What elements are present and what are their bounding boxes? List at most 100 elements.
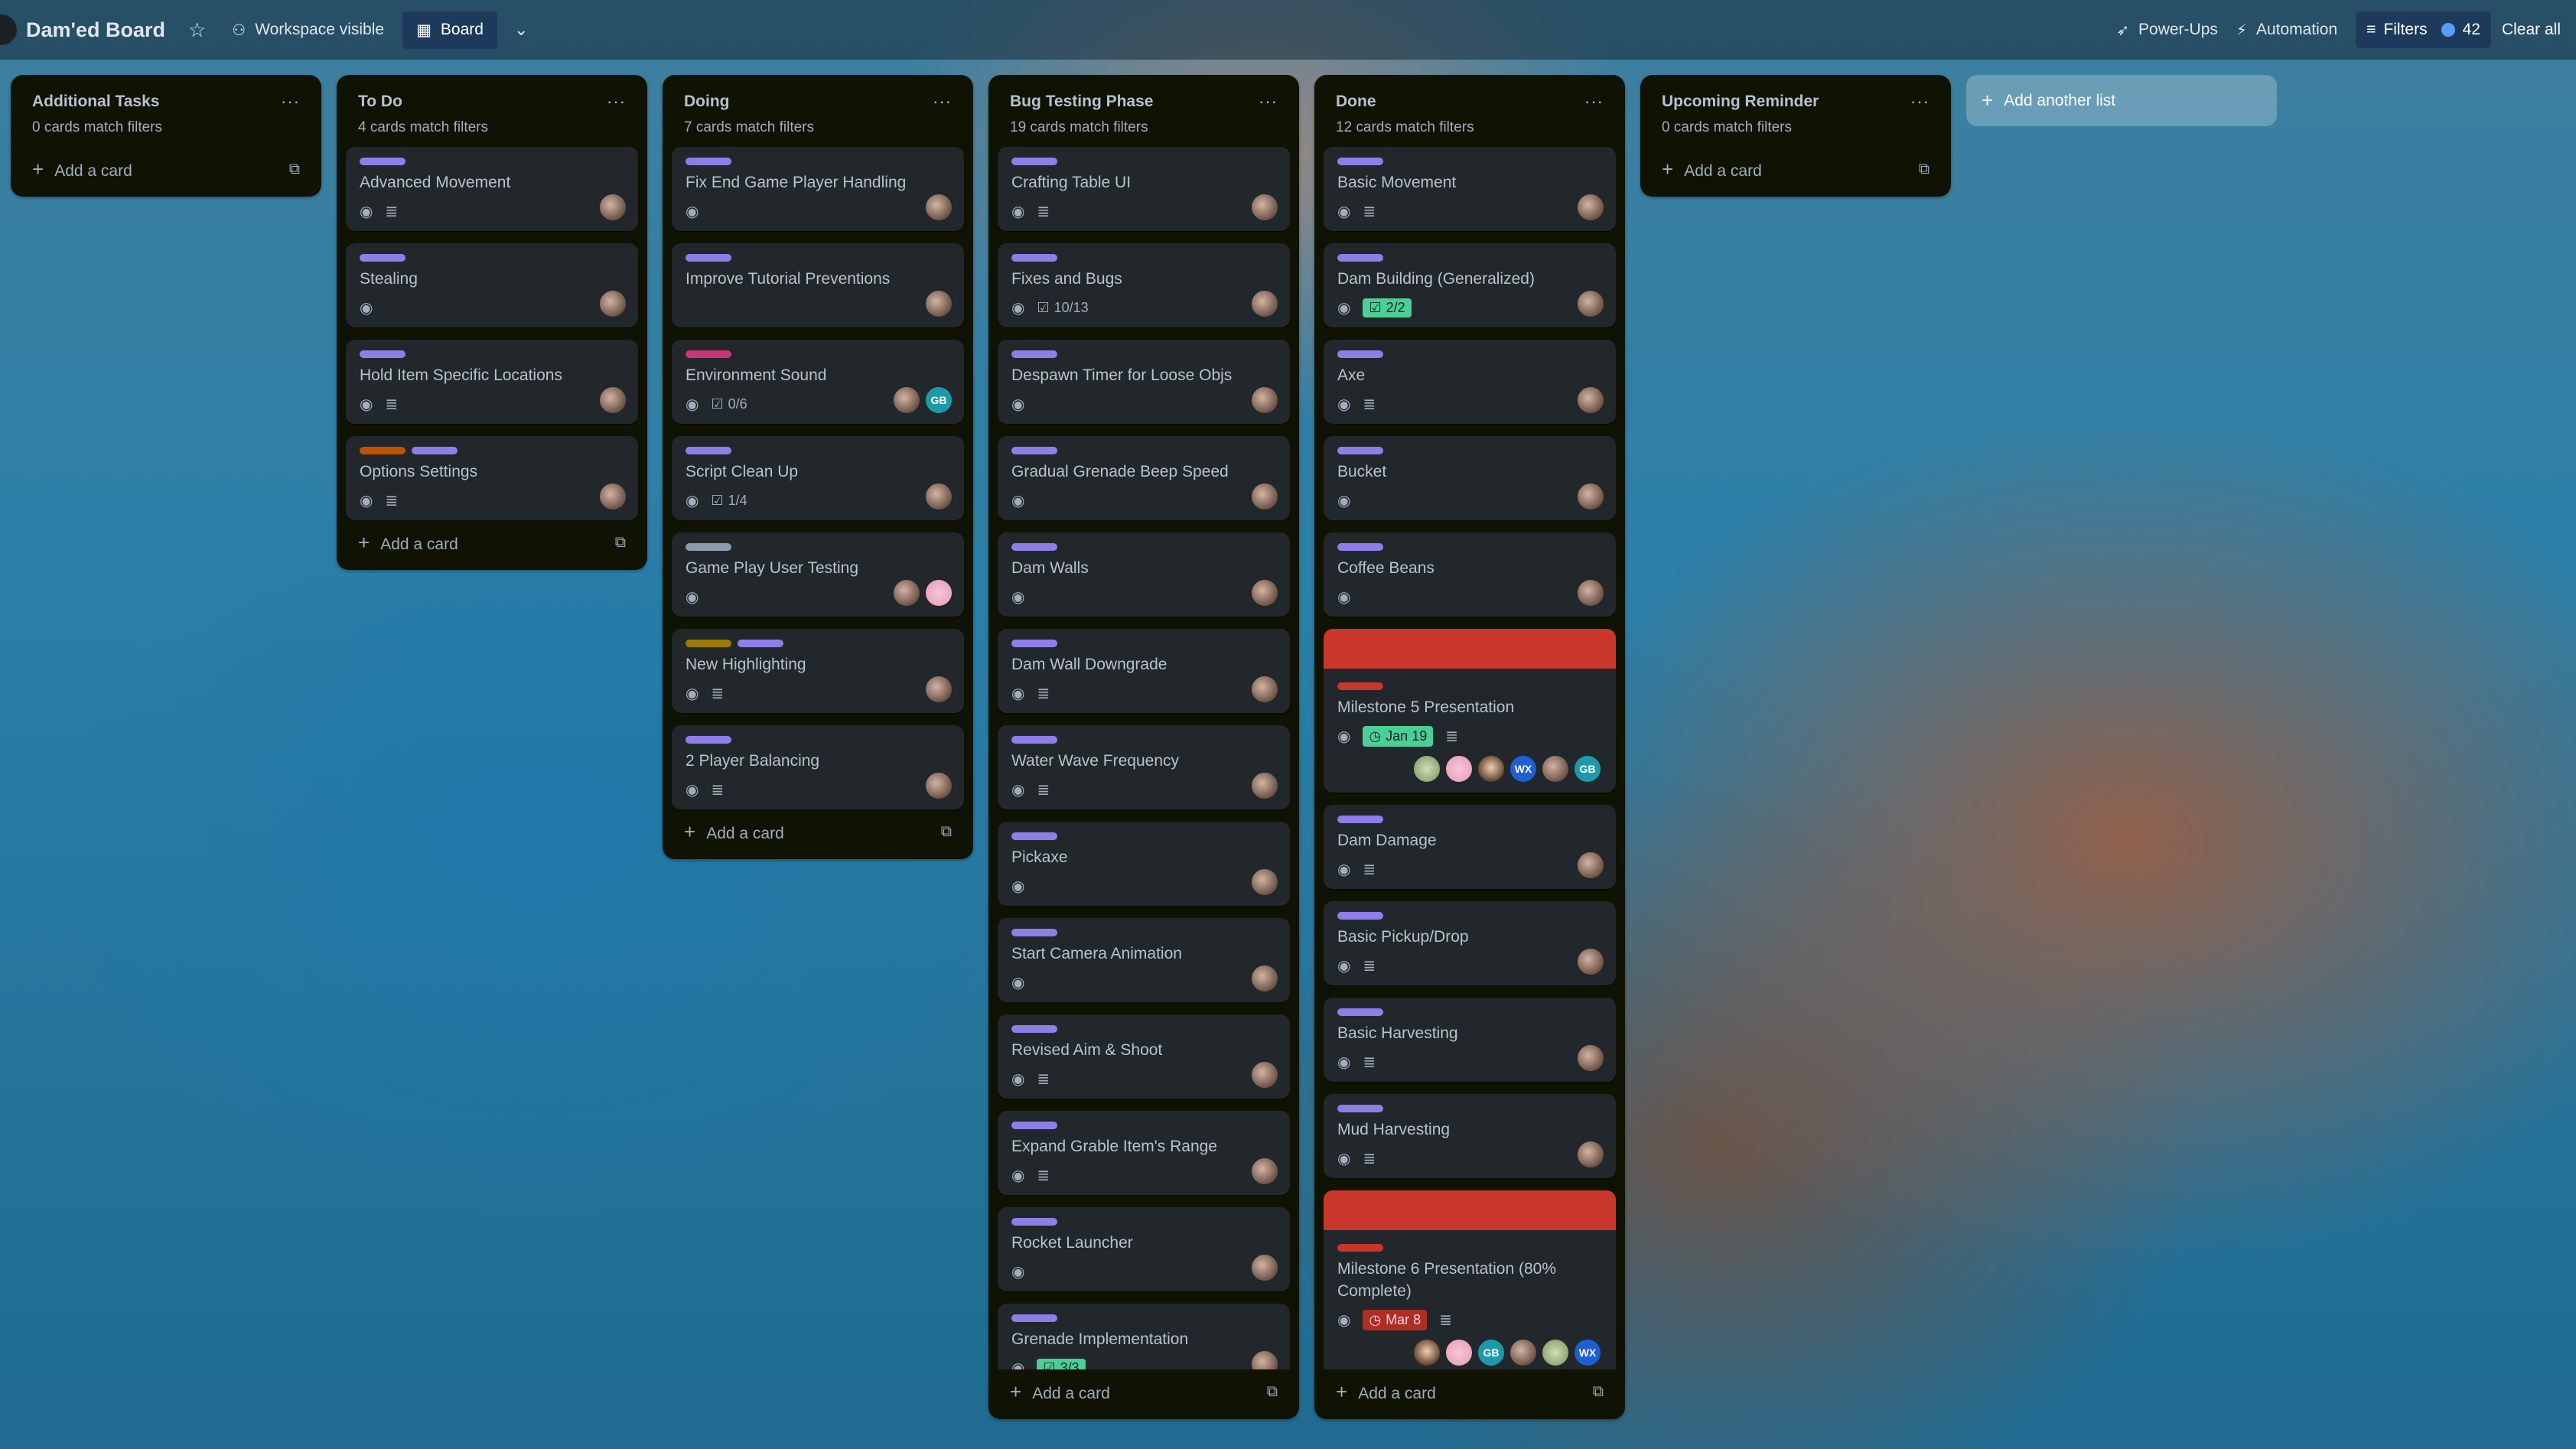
card[interactable]: Bucket ◉ [1324,436,1616,520]
avatar-initials[interactable]: WX [1573,1338,1602,1367]
visibility-button[interactable]: ⚇ Workspace visible [232,21,384,40]
list-scroll-area[interactable]: Crafting Table UI ◉ ≣ Fixes and Bugs ◉ ☑ 1… [998,147,1290,1369]
avatar-initials[interactable]: WX [1509,754,1538,783]
avatar[interactable] [1576,1140,1605,1169]
card[interactable]: Script Clean Up ◉ ☑ 1/4 [672,436,964,520]
list-title[interactable]: Upcoming Reminder [1662,93,1819,111]
card[interactable]: Crafting Table UI ◉ ≣ [998,147,1290,231]
card[interactable]: Improve Tutorial Preventions [672,243,964,327]
card[interactable]: Basic Harvesting ◉ ≣ [1324,998,1616,1082]
card[interactable]: Rocket Launcher ◉ [998,1207,1290,1291]
avatar[interactable] [1250,289,1279,318]
list-scroll-area[interactable]: Basic Movement ◉ ≣ Dam Building (Generali… [1324,147,1616,1369]
avatar[interactable] [598,289,627,318]
avatar[interactable] [1250,1060,1279,1089]
card[interactable]: Gradual Grenade Beep Speed ◉ [998,436,1290,520]
add-card-button[interactable]: + Add a card ⧉ [998,1369,1290,1410]
card[interactable]: Basic Pickup/Drop ◉ ≣ [1324,901,1616,985]
card[interactable]: Stealing ◉ [346,243,638,327]
more-icon[interactable]: ··· [607,92,626,112]
card[interactable]: Fix End Game Player Handling ◉ [672,147,964,231]
add-card-button[interactable]: + Add a card ⧉ [346,520,638,561]
avatar[interactable] [892,386,921,415]
avatar-initials[interactable]: GB [924,386,953,415]
avatar[interactable] [1576,947,1605,976]
avatar[interactable] [1250,1350,1279,1369]
avatar[interactable] [1250,193,1279,222]
card[interactable]: Advanced Movement ◉ ≣ [346,147,638,231]
card[interactable]: Dam Building (Generalized) ◉ ☑ 2/2 [1324,243,1616,327]
avatar[interactable] [1250,868,1279,897]
workspace-logo[interactable] [0,15,17,45]
avatar[interactable] [892,578,921,607]
list-title[interactable]: Additional Tasks [32,93,159,111]
board-title[interactable]: Dam'ed Board [26,18,165,42]
template-icon[interactable]: ⧉ [1919,161,1930,178]
card[interactable]: Despawn Timer for Loose Objs ◉ [998,340,1290,424]
card[interactable]: 2 Player Balancing ◉ ≣ [672,725,964,809]
card[interactable]: Hold Item Specific Locations ◉ ≣ [346,340,638,424]
avatar[interactable] [1541,1338,1570,1367]
avatar[interactable] [924,482,953,511]
card[interactable]: Coffee Beans ◉ [1324,532,1616,617]
avatar[interactable] [1576,578,1605,607]
card[interactable]: Game Play User Testing ◉ [672,532,964,617]
avatar[interactable] [1250,1157,1279,1186]
more-icon[interactable]: ··· [1910,92,1930,112]
template-icon[interactable]: ⧉ [1267,1383,1278,1401]
card[interactable]: Revised Aim & Shoot ◉ ≣ [998,1014,1290,1099]
more-icon[interactable]: ··· [1259,92,1278,112]
avatar[interactable] [1509,1338,1538,1367]
template-icon[interactable]: ⧉ [289,161,300,178]
list-done[interactable]: Done ··· 12 cards match filters Basic Mo… [1314,75,1625,1419]
card[interactable]: Milestone 5 Presentation ◉ ◷ Jan 19 ≣ WX … [1324,629,1616,793]
add-card-button[interactable]: + Add a card ⧉ [1649,147,1942,187]
list-title[interactable]: Bug Testing Phase [1010,93,1153,111]
avatar[interactable] [1250,1253,1279,1282]
avatar[interactable] [1412,1338,1441,1367]
avatar[interactable] [924,578,953,607]
avatar[interactable] [1250,964,1279,993]
card[interactable]: Water Wave Frequency ◉ ≣ [998,725,1290,809]
avatar[interactable] [598,482,627,511]
avatar[interactable] [1250,386,1279,415]
avatar[interactable] [1576,1044,1605,1073]
avatar[interactable] [1444,754,1474,783]
template-icon[interactable]: ⧉ [615,534,626,552]
add-card-button[interactable]: + Add a card ⧉ [672,809,964,850]
list-bug-testing-phase[interactable]: Bug Testing Phase ··· 19 cards match fil… [988,75,1299,1419]
card[interactable]: Axe ◉ ≣ [1324,340,1616,424]
card[interactable]: Grenade Implementation ◉ ☑ 3/3 [998,1304,1290,1369]
card[interactable]: Expand Grable Item's Range ◉ ≣ [998,1111,1290,1195]
avatar[interactable] [1250,675,1279,704]
list-to-do[interactable]: To Do ··· 4 cards match filters Advanced… [337,75,647,570]
avatar-initials[interactable]: GB [1477,1338,1506,1367]
card[interactable]: New Highlighting ◉ ≣ [672,629,964,713]
avatar[interactable] [1576,851,1605,880]
avatar[interactable] [1541,754,1570,783]
list-additional-tasks[interactable]: Additional Tasks ··· 0 cards match filte… [11,75,321,197]
add-card-button[interactable]: + Add a card ⧉ [20,147,312,187]
card[interactable]: Dam Damage ◉ ≣ [1324,805,1616,889]
card[interactable]: Basic Movement ◉ ≣ [1324,147,1616,231]
more-icon[interactable]: ··· [933,92,952,112]
avatar[interactable] [1576,289,1605,318]
avatar[interactable] [924,675,953,704]
avatar[interactable] [1250,482,1279,511]
avatar[interactable] [598,386,627,415]
avatar[interactable] [1576,193,1605,222]
clear-all-button[interactable]: Clear all [2502,21,2561,39]
due-date-badge[interactable]: ◷ Jan 19 [1363,726,1434,747]
template-icon[interactable]: ⧉ [1593,1383,1604,1401]
avatar[interactable] [924,193,953,222]
filters-button[interactable]: ≡ Filters 42 [2356,11,2491,48]
avatar[interactable] [1576,482,1605,511]
template-icon[interactable]: ⧉ [941,823,952,841]
star-icon[interactable]: ☆ [188,18,206,42]
add-list-button[interactable]: + Add another list [1966,75,2277,126]
card[interactable]: Dam Walls ◉ [998,532,1290,617]
avatar[interactable] [1412,754,1441,783]
board-view-button[interactable]: ▦ Board [402,11,497,49]
avatar[interactable] [1250,578,1279,607]
card[interactable]: Start Camera Animation ◉ [998,918,1290,1002]
